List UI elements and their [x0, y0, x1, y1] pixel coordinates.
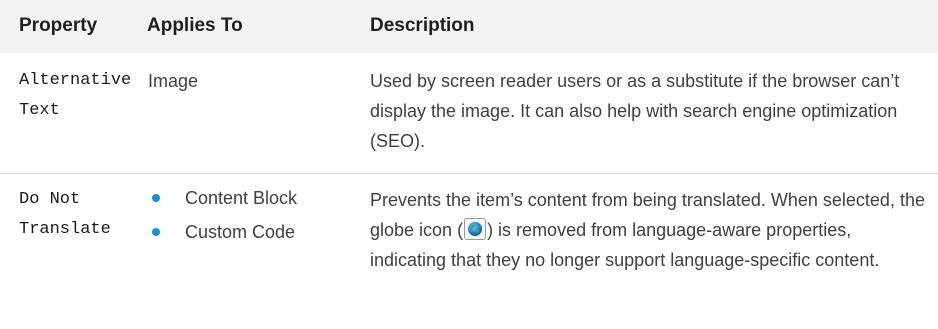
property-cell: Alternative Text [19, 71, 132, 120]
list-item: Content Block [148, 181, 297, 215]
table-header-row: Property Applies To Description [0, 0, 938, 53]
description-cell: Prevents the item’s content from being t… [370, 185, 930, 275]
property-cell: Do Not Translate [19, 190, 111, 239]
bullet-icon [152, 228, 160, 236]
applies-to-list: Content Block Custom Code [148, 181, 297, 249]
bullet-icon [152, 194, 160, 202]
description-cell: Used by screen reader users or as a subs… [370, 71, 900, 151]
applies-to-cell: Image [148, 71, 199, 91]
header-description: Description [370, 15, 475, 36]
list-item-label: Content Block [185, 188, 298, 208]
list-item-label: Custom Code [185, 222, 296, 242]
list-item: Custom Code [148, 215, 297, 249]
header-applies-to: Applies To [147, 15, 243, 36]
globe-icon [464, 218, 487, 240]
header-property: Property [19, 15, 98, 36]
row-divider [0, 173, 938, 174]
